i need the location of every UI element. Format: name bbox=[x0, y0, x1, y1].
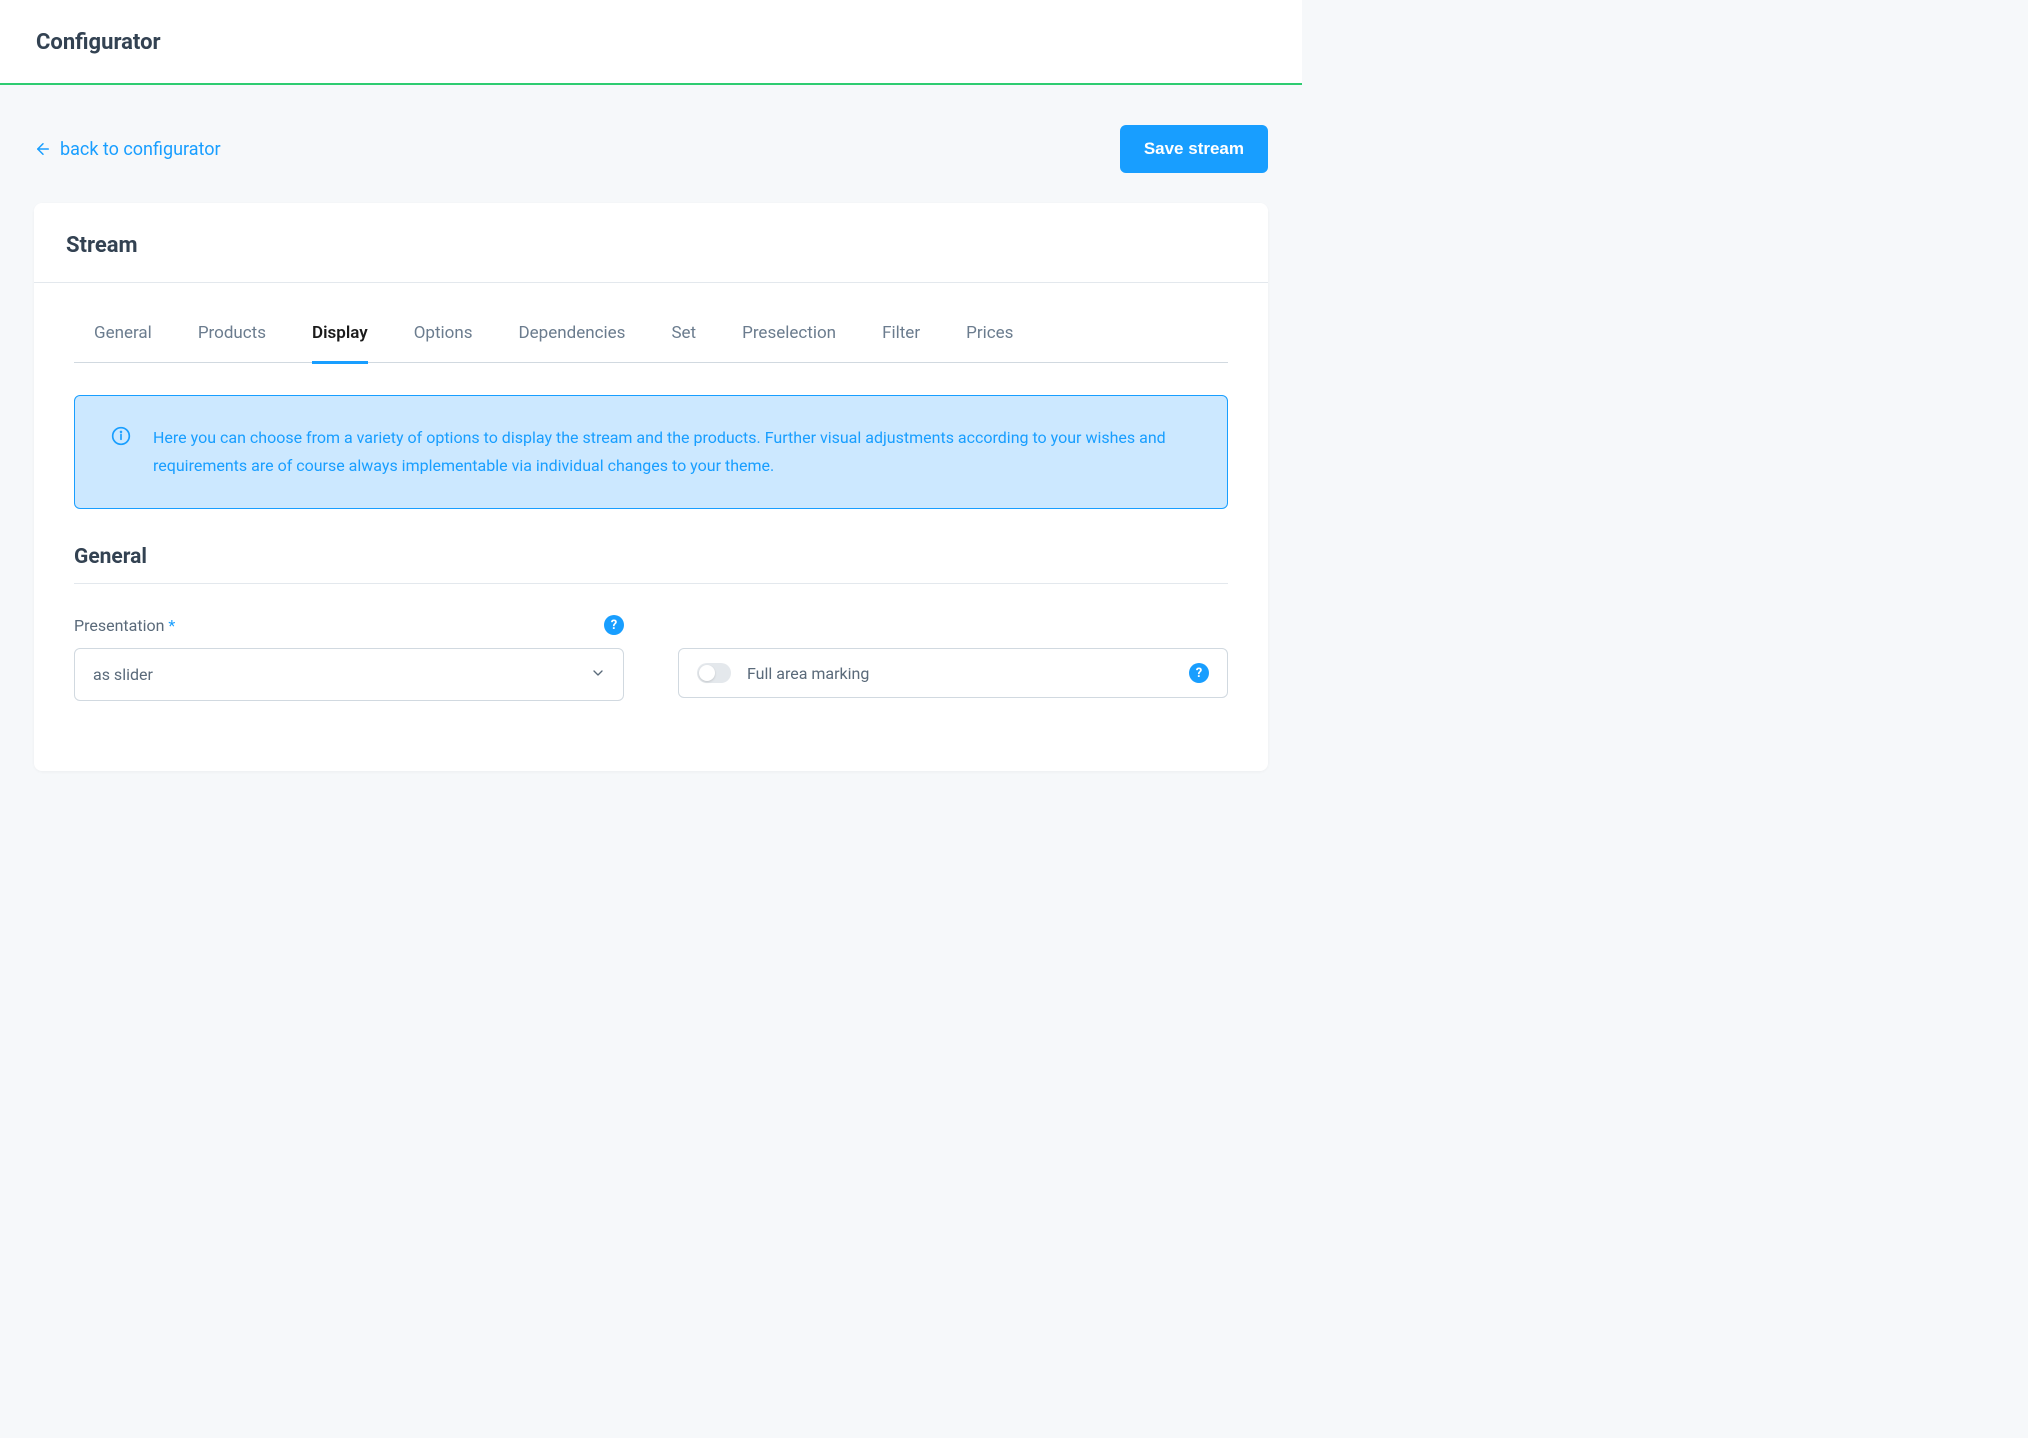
presentation-label: Presentation * bbox=[74, 616, 175, 635]
full-area-field-col: Full area marking ? bbox=[678, 614, 1228, 701]
info-icon bbox=[111, 426, 131, 446]
arrow-left-icon bbox=[34, 140, 52, 158]
full-area-toggle[interactable] bbox=[697, 663, 731, 683]
full-area-label: Full area marking bbox=[747, 664, 869, 683]
back-link[interactable]: back to configurator bbox=[34, 139, 221, 160]
form-row: Presentation * ? as slider bbox=[74, 614, 1228, 701]
tab-dependencies[interactable]: Dependencies bbox=[519, 323, 626, 364]
back-link-label: back to configurator bbox=[60, 139, 221, 160]
help-icon[interactable]: ? bbox=[1189, 663, 1209, 683]
card-body: General Products Display Options Depende… bbox=[34, 283, 1268, 771]
tab-prices[interactable]: Prices bbox=[966, 323, 1013, 364]
full-area-label-row-spacer bbox=[678, 614, 1228, 636]
tab-preselection[interactable]: Preselection bbox=[742, 323, 836, 364]
full-area-toggle-wrap: Full area marking ? bbox=[678, 648, 1228, 698]
tab-general[interactable]: General bbox=[94, 323, 152, 364]
card-title: Stream bbox=[66, 233, 1236, 258]
tab-display[interactable]: Display bbox=[312, 323, 368, 364]
tab-options[interactable]: Options bbox=[414, 323, 473, 364]
tab-products[interactable]: Products bbox=[198, 323, 266, 364]
tab-filter[interactable]: Filter bbox=[882, 323, 920, 364]
page-title: Configurator bbox=[36, 30, 1266, 55]
card-header: Stream bbox=[34, 203, 1268, 283]
presentation-label-row: Presentation * ? bbox=[74, 614, 624, 636]
presentation-select-wrap: as slider bbox=[74, 648, 624, 701]
info-box: Here you can choose from a variety of op… bbox=[74, 395, 1228, 509]
page-container: back to configurator Save stream Stream … bbox=[0, 85, 1302, 831]
info-text: Here you can choose from a variety of op… bbox=[153, 424, 1199, 480]
top-bar: back to configurator Save stream bbox=[34, 125, 1268, 173]
tab-bar: General Products Display Options Depende… bbox=[74, 293, 1228, 363]
presentation-select[interactable]: as slider bbox=[74, 648, 624, 701]
section-title-general: General bbox=[74, 545, 1228, 584]
tab-set[interactable]: Set bbox=[671, 323, 696, 364]
full-area-toggle-left: Full area marking bbox=[697, 663, 869, 683]
page-header: Configurator bbox=[0, 0, 1302, 85]
save-button[interactable]: Save stream bbox=[1120, 125, 1268, 173]
required-marker: * bbox=[168, 616, 175, 635]
presentation-field-col: Presentation * ? as slider bbox=[74, 614, 624, 701]
help-icon[interactable]: ? bbox=[604, 615, 624, 635]
stream-card: Stream General Products Display Options … bbox=[34, 203, 1268, 771]
